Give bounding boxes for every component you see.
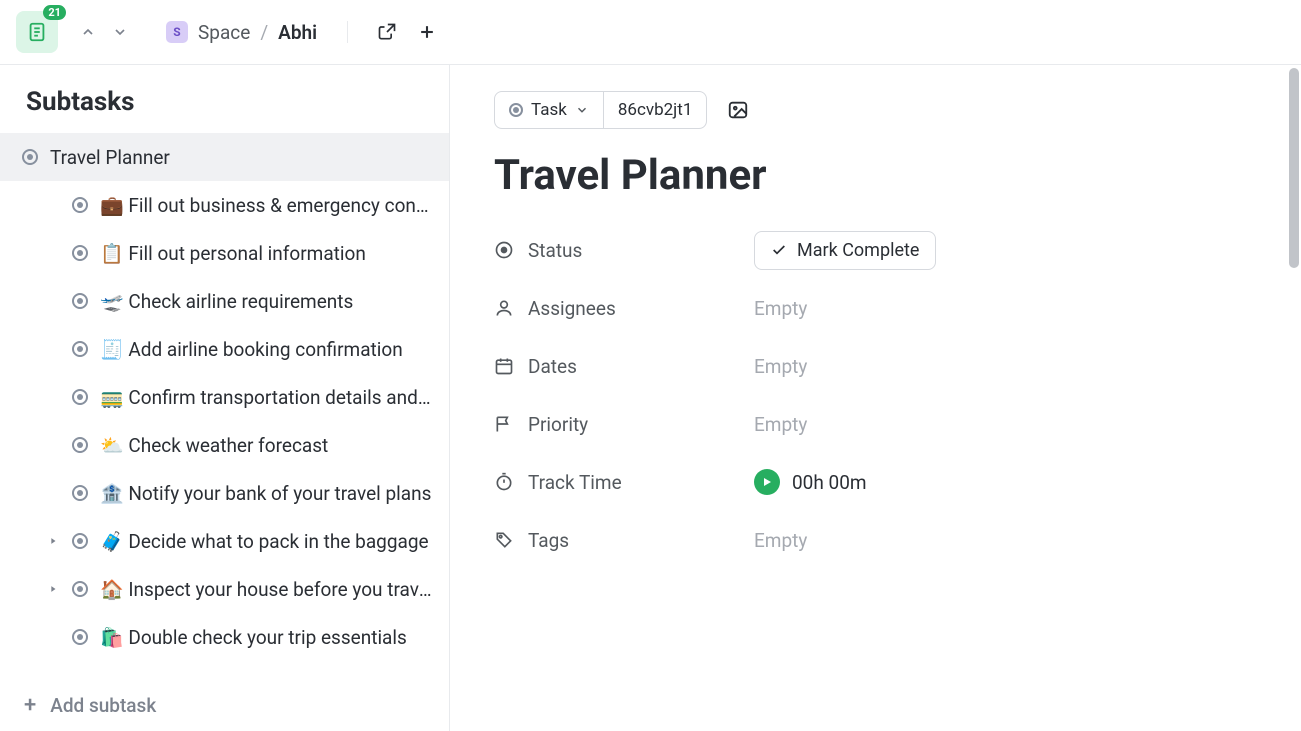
prop-status-label: Status: [494, 239, 754, 262]
status-circle-icon[interactable]: [72, 293, 88, 309]
status-circle-icon[interactable]: [72, 581, 88, 597]
nav-prev-button[interactable]: [74, 18, 102, 46]
divider: [347, 21, 348, 43]
status-circle-icon[interactable]: [72, 389, 88, 405]
task-id-text: 86cvb2jt1: [618, 100, 693, 120]
task-label: 🚃 Confirm transportation details and pla…: [100, 386, 433, 409]
task-list: Travel Planner 💼 Fill out business & emer…: [0, 133, 449, 680]
task-item[interactable]: 🛍️ Double check your trip essentials: [0, 613, 449, 661]
task-item[interactable]: 🏦 Notify your bank of your travel plans: [0, 469, 449, 517]
play-button[interactable]: [754, 469, 780, 495]
task-label: 🏦 Notify your bank of your travel plans: [100, 482, 431, 505]
task-item[interactable]: ⛅ Check weather forecast: [0, 421, 449, 469]
task-label: 📋 Fill out personal information: [100, 242, 366, 265]
app-icon[interactable]: 21: [16, 11, 58, 53]
task-label: 🛍️ Double check your trip essentials: [100, 626, 407, 649]
chevron-down-icon: [575, 103, 589, 117]
task-item[interactable]: 💼 Fill out business & emergency contacts: [0, 181, 449, 229]
status-circle-icon[interactable]: [72, 533, 88, 549]
layout: Subtasks Travel Planner 💼 Fill out busine…: [0, 64, 1301, 731]
status-dot-icon: [509, 103, 523, 117]
prop-dates-label: Dates: [494, 355, 754, 378]
add-subtask-label: Add subtask: [50, 694, 156, 717]
check-icon: [771, 242, 787, 258]
prop-assignees[interactable]: Assignees Empty: [494, 288, 1134, 328]
status-icon: [494, 240, 514, 260]
prop-track-time[interactable]: Track Time 00h 00m: [494, 462, 1134, 502]
status-circle-icon[interactable]: [72, 245, 88, 261]
calendar-icon: [494, 356, 514, 376]
plus-icon: +: [24, 695, 36, 717]
prop-priority-value: Empty: [754, 413, 807, 436]
add-button[interactable]: [414, 19, 440, 45]
pill-row: Task 86cvb2jt1: [494, 91, 1257, 129]
task-item[interactable]: Travel Planner: [0, 133, 449, 181]
prop-status-value: Mark Complete: [754, 231, 936, 270]
top-bar: 21 S Space / Abhi: [0, 0, 1301, 64]
sidebar: Subtasks Travel Planner 💼 Fill out busine…: [0, 65, 450, 731]
task-type-group: Task 86cvb2jt1: [494, 91, 707, 129]
task-label: 🧾 Add airline booking confirmation: [100, 338, 403, 361]
task-id-chip[interactable]: 86cvb2jt1: [603, 92, 707, 128]
status-circle-icon[interactable]: [72, 485, 88, 501]
space-avatar[interactable]: S: [166, 21, 188, 43]
prop-tags-label: Tags: [494, 529, 754, 552]
task-item[interactable]: 🚃 Confirm transportation details and pla…: [0, 373, 449, 421]
breadcrumb-space[interactable]: Space: [198, 21, 250, 44]
top-actions: [374, 19, 440, 45]
prop-tags-value: Empty: [754, 529, 807, 552]
sidebar-title: Subtasks: [0, 65, 449, 133]
task-item[interactable]: 🏠 Inspect your house before you travel: [0, 565, 449, 613]
expand-caret-icon[interactable]: [46, 582, 60, 596]
status-circle-icon[interactable]: [72, 437, 88, 453]
task-item[interactable]: 🧾 Add airline booking confirmation: [0, 325, 449, 373]
nav-chevrons: [74, 18, 134, 46]
scrollbar[interactable]: [1289, 68, 1299, 268]
add-subtask-button[interactable]: + Add subtask: [0, 680, 449, 731]
task-label: 🧳 Decide what to pack in the baggage: [100, 530, 429, 553]
task-item[interactable]: 📋 Fill out personal information: [0, 229, 449, 277]
status-circle-icon[interactable]: [72, 341, 88, 357]
task-label: 💼 Fill out business & emergency contacts: [100, 194, 433, 217]
properties: Status Mark Complete Assignees Empty: [494, 230, 1134, 560]
prop-dates[interactable]: Dates Empty: [494, 346, 1134, 386]
task-label: Travel Planner: [50, 146, 170, 169]
open-external-icon[interactable]: [374, 19, 400, 45]
breadcrumb-separator: /: [260, 21, 268, 44]
track-time-text: 00h 00m: [792, 471, 867, 494]
task-label: 🏠 Inspect your house before you travel: [100, 578, 433, 601]
breadcrumb-page[interactable]: Abhi: [278, 21, 317, 44]
task-item[interactable]: 🧳 Decide what to pack in the baggage: [0, 517, 449, 565]
status-circle-icon[interactable]: [72, 629, 88, 645]
main: Task 86cvb2jt1 Travel Planner Status: [450, 65, 1301, 731]
app-badge: 21: [43, 5, 66, 20]
status-circle-icon[interactable]: [22, 149, 38, 165]
prop-tags[interactable]: Tags Empty: [494, 520, 1134, 560]
prop-assignees-label: Assignees: [494, 297, 754, 320]
prop-track-value: 00h 00m: [754, 469, 867, 495]
prop-status: Status Mark Complete: [494, 230, 1134, 270]
user-icon: [494, 298, 514, 318]
nav-next-button[interactable]: [106, 18, 134, 46]
prop-dates-value: Empty: [754, 355, 807, 378]
status-circle-icon[interactable]: [72, 197, 88, 213]
prop-assignees-value: Empty: [754, 297, 807, 320]
flag-icon: [494, 414, 514, 434]
prop-priority-label: Priority: [494, 413, 754, 436]
stopwatch-icon: [494, 472, 514, 492]
task-label: ⛅ Check weather forecast: [100, 434, 328, 457]
cover-image-button[interactable]: [721, 93, 755, 127]
mark-complete-button[interactable]: Mark Complete: [754, 231, 936, 270]
task-label: 🛫 Check airline requirements: [100, 290, 353, 313]
prop-priority[interactable]: Priority Empty: [494, 404, 1134, 444]
task-type-label: Task: [531, 100, 567, 120]
task-item[interactable]: 🛫 Check airline requirements: [0, 277, 449, 325]
task-type-selector[interactable]: Task: [495, 92, 603, 128]
page-title[interactable]: Travel Planner: [494, 151, 1257, 200]
breadcrumb: S Space / Abhi: [166, 21, 317, 44]
prop-track-label: Track Time: [494, 471, 754, 494]
tag-icon: [494, 530, 514, 550]
expand-caret-icon[interactable]: [46, 534, 60, 548]
